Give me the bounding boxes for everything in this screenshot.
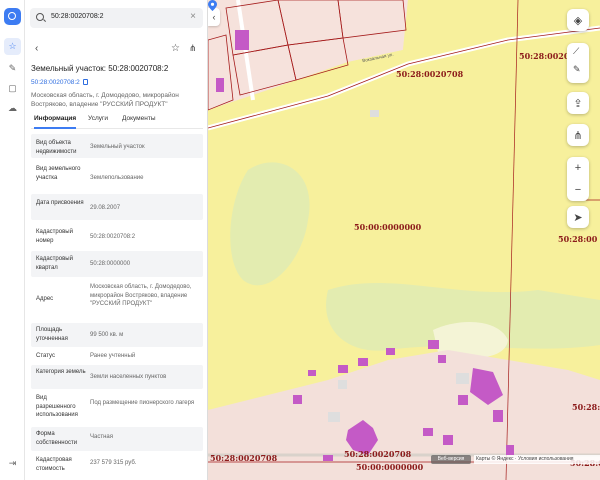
table-row: Кадастровый квартал 50:28:0000000: [31, 251, 203, 277]
search-input[interactable]: 50:28:0020708:2: [51, 13, 104, 20]
table-row: Адрес Московская область, г. Домодедово,…: [31, 279, 203, 321]
map-label: 50:00:0000000: [354, 222, 422, 232]
measure-tools[interactable]: ⟋ ✎: [567, 43, 589, 83]
table-row: Площадь уточненная 99 500 кв. м: [31, 323, 203, 347]
attr-key: Вид земельного участка: [36, 166, 81, 181]
attr-value: Частная: [90, 434, 113, 440]
tools-icon[interactable]: ✎: [4, 60, 21, 77]
attr-value: 50:28:0020708:2: [90, 234, 136, 240]
attr-value: Московская область, г. Домодедово, микро…: [90, 284, 192, 307]
attr-key: Вид разрешенного использования: [36, 395, 78, 418]
attr-key: Адрес: [36, 296, 54, 302]
zoom-control: + −: [567, 157, 589, 201]
page-title: Земельный участок: 50:28:0020708:2: [31, 64, 169, 73]
attr-key: Кадастровый квартал: [36, 256, 73, 271]
attr-value: Под размещение пионерского лагеря: [90, 400, 195, 406]
cadastral-map[interactable]: 50:28:0020708 50:28:0020708 50:00:000000…: [208, 0, 600, 480]
attr-value: 50:28:0000000: [90, 261, 131, 267]
icon-rail: ☆ ✎ ▢ ☁ ⇥: [0, 0, 25, 480]
select-area-icon[interactable]: ▢: [4, 80, 21, 97]
layers-cloud-icon[interactable]: ☁: [4, 100, 21, 117]
tab-bar: Информация Услуги Документы: [31, 115, 203, 129]
table-row: Вид земельного участка Землепользование: [31, 160, 203, 192]
clear-search-icon[interactable]: ×: [190, 11, 196, 22]
attr-key: Кадастровая стоимость: [36, 457, 72, 472]
attr-value: 237 579 315 руб.: [90, 460, 137, 466]
map-label: 50:28:00: [558, 234, 598, 244]
share-map-icon[interactable]: ⋔: [567, 124, 589, 146]
back-icon[interactable]: ‹: [35, 43, 38, 54]
satellite-toggle[interactable]: Веб-версия: [431, 455, 471, 464]
attr-value: Ранее учтенный: [90, 353, 136, 359]
map-label: 50:28:0020708: [396, 69, 464, 79]
cadastral-number-link[interactable]: 50:28:0020708:2: [31, 79, 88, 86]
info-panel: 50:28:0020708:2 × ‹ ☆ ⋔ Земельный участо…: [25, 0, 208, 480]
map-label: 50:28:0: [572, 402, 600, 412]
attr-value: Земельный участок: [90, 144, 145, 150]
layers-icon[interactable]: ◈: [567, 9, 589, 31]
attr-key: Статус: [36, 353, 55, 359]
search-icon: [36, 13, 44, 21]
upload-icon[interactable]: ⇪: [567, 92, 589, 114]
tab-info[interactable]: Информация: [34, 115, 77, 129]
map-label: 50:00:0000000: [356, 462, 424, 472]
zoom-out-button[interactable]: −: [567, 179, 589, 201]
map-label: 50:28:0020708: [210, 453, 278, 463]
app-logo-icon[interactable]: [4, 8, 21, 25]
table-row: Вид объекта недвижимости Земельный участ…: [31, 134, 203, 158]
zoom-in-button[interactable]: +: [567, 157, 589, 179]
share-icon[interactable]: ⋔: [189, 43, 197, 54]
tab-documents[interactable]: Документы: [122, 115, 156, 122]
table-row: Дата присвоения 29.08.2007: [31, 194, 203, 220]
copy-icon[interactable]: [82, 79, 88, 85]
locate-me-icon[interactable]: ➤: [567, 206, 589, 228]
tab-services[interactable]: Услуги: [88, 115, 108, 122]
copyright-text[interactable]: Карты © Яндекс · Условия использования: [474, 455, 600, 464]
table-row: Статус Ранее учтенный: [31, 349, 203, 363]
ruler-icon[interactable]: ⟋: [573, 46, 579, 57]
attr-key: Категория земель: [36, 369, 86, 375]
edit-icon[interactable]: ✎: [573, 64, 581, 75]
table-row: Кадастровый номер 50:28:0020708:2: [31, 223, 203, 249]
star-icon[interactable]: ☆: [171, 43, 180, 54]
favorites-icon[interactable]: ☆: [4, 38, 21, 55]
cadastral-number-text[interactable]: 50:28:0020708:2: [31, 79, 80, 86]
attr-key: Кадастровый номер: [36, 229, 73, 244]
attr-key: Форма собственности: [36, 431, 78, 446]
attr-key: Дата присвоения: [36, 200, 84, 206]
table-row: Вид разрешенного использования Под разме…: [31, 391, 203, 425]
search-bar[interactable]: 50:28:0020708:2 ×: [30, 8, 203, 28]
attr-value: Земли населенных пунктов: [90, 374, 167, 380]
parcel-address: Московская область, г. Домодедово, микро…: [31, 92, 179, 108]
table-row: Кадастровая стоимость 237 579 315 руб.: [31, 453, 203, 477]
location-pin-icon[interactable]: [208, 0, 217, 11]
attr-value: 29.08.2007: [90, 205, 121, 211]
attr-key: Площадь уточненная: [36, 327, 68, 342]
table-row: Категория земель Земли населенных пункто…: [31, 365, 203, 389]
attr-value: 99 500 кв. м: [90, 332, 124, 338]
attr-key: Вид объекта недвижимости: [36, 140, 77, 155]
table-row: Форма собственности Частная: [31, 427, 203, 451]
map-label: 50:28:0020708: [344, 449, 412, 459]
logout-icon[interactable]: ⇥: [4, 455, 21, 472]
attr-value: Землепользование: [90, 175, 144, 181]
